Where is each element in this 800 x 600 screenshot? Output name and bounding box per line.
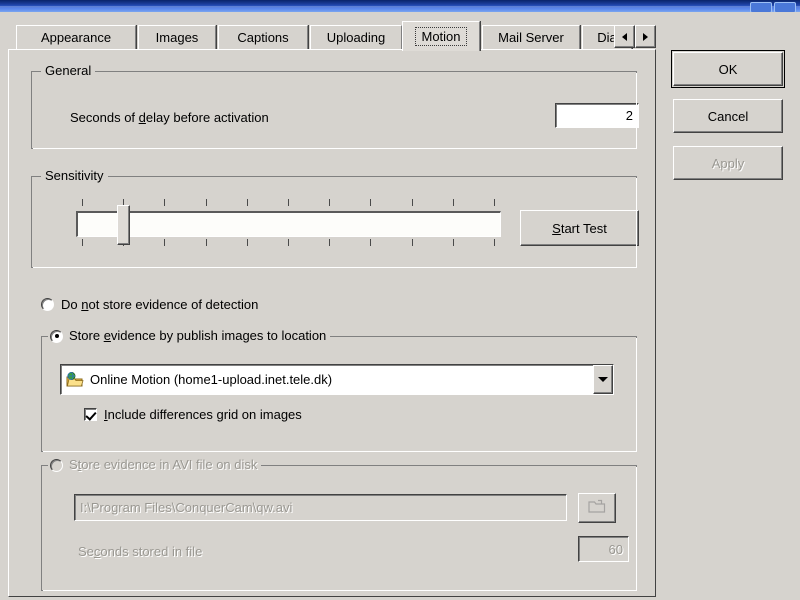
slider-tick: [205, 199, 207, 206]
radio-store-avi-label: Store evidence in AVI file on disk: [69, 457, 258, 472]
avi-group: Store evidence in AVI file on disk I:\Pr…: [41, 458, 637, 591]
tab-mail-server-label: Mail Server: [498, 30, 564, 45]
radio-store-publish-label: Store evidence by publish images to loca…: [69, 328, 327, 343]
tab-appearance[interactable]: Appearance: [16, 25, 136, 49]
triangle-left-icon: [622, 32, 627, 41]
cancel-button[interactable]: Cancel: [673, 99, 783, 133]
slider-ticks-bottom: [76, 239, 501, 247]
publish-location-dropdown-button[interactable]: [593, 365, 613, 394]
slider-tick: [370, 199, 372, 206]
radio-do-not-store-label: Do not store evidence of detection: [61, 297, 259, 312]
slider-tick: [288, 239, 289, 246]
dialog-window: Appearance Images Captions Uploading Mot…: [0, 0, 800, 600]
radio-do-not-store[interactable]: Do not store evidence of detection: [41, 297, 258, 312]
maximize-button[interactable]: [774, 2, 796, 12]
slider-tick: [494, 199, 495, 206]
slider-tick: [452, 199, 454, 206]
tab-motion-label: Motion: [415, 27, 467, 46]
slider-tick: [329, 239, 331, 246]
chevron-down-icon: [598, 377, 608, 382]
triangle-right-icon: [643, 32, 648, 41]
slider-tick: [411, 239, 413, 246]
titlebar-buttons: [750, 2, 796, 12]
tab-scroll-buttons: [614, 25, 656, 48]
apply-button-label: Apply: [711, 155, 745, 171]
start-test-button[interactable]: Start Test: [520, 210, 639, 246]
tab-mail-server[interactable]: Mail Server: [482, 25, 580, 49]
sensitivity-slider[interactable]: [76, 199, 501, 251]
publish-location-value: Online Motion (home1-upload.inet.tele.dk…: [90, 372, 333, 387]
tab-strip: Appearance Images Captions Uploading Mot…: [8, 21, 656, 51]
seconds-stored-label: Seconds stored in file: [78, 544, 203, 559]
tab-uploading-label: Uploading: [326, 30, 386, 45]
slider-tick: [370, 239, 372, 246]
slider-tick: [246, 239, 248, 246]
avi-browse-button[interactable]: [578, 493, 616, 523]
folder-browse-icon: [588, 499, 606, 517]
general-group: General Seconds of delay before activati…: [31, 64, 639, 149]
slider-tick: [494, 239, 495, 246]
radio-store-avi[interactable]: Store evidence in AVI file on disk: [48, 457, 262, 472]
tab-images[interactable]: Images: [138, 25, 216, 49]
radio-store-avi-indicator[interactable]: [50, 458, 63, 472]
slider-tick: [452, 239, 454, 246]
slider-tick: [164, 199, 166, 206]
slider-tick: [246, 199, 248, 206]
radio-do-not-store-indicator[interactable]: [41, 298, 54, 311]
slider-thumb[interactable]: [117, 205, 131, 245]
cancel-button-label: Cancel: [707, 108, 749, 124]
tab-captions-label: Captions: [237, 30, 289, 45]
tab-images-label: Images: [155, 30, 199, 45]
apply-button[interactable]: Apply: [673, 146, 783, 180]
sensitivity-group: Sensitivity Start Test: [31, 169, 639, 268]
slider-tick: [329, 199, 331, 206]
slider-tick: [82, 239, 83, 246]
window-titlebar: [0, 0, 800, 12]
ok-button[interactable]: OK: [671, 50, 785, 88]
minimize-button[interactable]: [750, 2, 772, 12]
slider-tick: [288, 199, 289, 206]
slider-tick: [411, 199, 413, 206]
tab-uploading[interactable]: Uploading: [310, 25, 402, 49]
start-test-button-label: Start Test: [552, 220, 607, 236]
delay-input[interactable]: 2: [555, 103, 639, 128]
seconds-stored-value: 60: [608, 541, 623, 557]
radio-store-publish[interactable]: Store evidence by publish images to loca…: [48, 328, 331, 343]
tab-scroll-next-button[interactable]: [635, 25, 656, 48]
general-group-title: General: [41, 64, 96, 78]
radio-store-publish-indicator[interactable]: [50, 329, 63, 343]
avi-path-input[interactable]: I:\Program Files\ConquerCam\qw.avi: [74, 494, 567, 521]
tab-scroll-prev-button[interactable]: [614, 25, 635, 48]
web-folder-icon: [66, 371, 84, 388]
tab-panel-motion: General Seconds of delay before activati…: [8, 49, 656, 597]
sensitivity-group-title: Sensitivity: [41, 169, 108, 183]
tab-appearance-label: Appearance: [40, 30, 112, 45]
slider-track[interactable]: [76, 211, 501, 237]
include-grid-checkbox-indicator[interactable]: [84, 408, 97, 421]
include-grid-label: Include differences grid on images: [104, 407, 302, 422]
slider-tick: [164, 239, 166, 246]
dialog-body: Appearance Images Captions Uploading Mot…: [0, 12, 800, 600]
delay-label: Seconds of delay before activation: [70, 110, 269, 125]
avi-path-value: I:\Program Files\ConquerCam\qw.avi: [80, 500, 293, 515]
slider-tick: [82, 199, 83, 206]
include-grid-checkbox[interactable]: Include differences grid on images: [84, 407, 302, 422]
slider-ticks-top: [76, 199, 501, 207]
ok-button-label: OK: [718, 61, 738, 77]
publish-group: Store evidence by publish images to loca…: [41, 329, 637, 452]
tab-motion[interactable]: Motion: [402, 21, 480, 51]
seconds-stored-input[interactable]: 60: [578, 536, 629, 562]
delay-input-value: 2: [625, 108, 633, 123]
slider-tick: [205, 239, 207, 246]
tab-captions[interactable]: Captions: [218, 25, 308, 49]
publish-location-combobox[interactable]: Online Motion (home1-upload.inet.tele.dk…: [60, 364, 614, 395]
